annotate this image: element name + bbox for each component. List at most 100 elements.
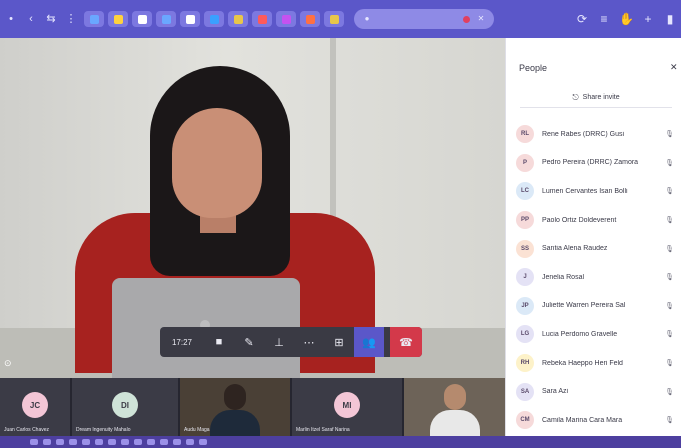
taskbar-app-icon[interactable] bbox=[160, 439, 168, 445]
taskbar-app-icon[interactable] bbox=[56, 439, 64, 445]
tab-favicon-icon bbox=[329, 14, 339, 24]
info-icon[interactable]: ⊙ bbox=[4, 358, 14, 368]
person-icon[interactable]: ▮ bbox=[663, 12, 677, 26]
menu-icon[interactable]: • bbox=[4, 12, 18, 26]
taskbar-app-icon[interactable] bbox=[30, 439, 38, 445]
tab-favicon-icon bbox=[233, 14, 243, 24]
mic-muted-icon: 🎙 bbox=[665, 360, 674, 368]
back-icon[interactable]: ‹ bbox=[24, 12, 38, 26]
avatar: CM bbox=[516, 411, 534, 430]
participant-body bbox=[210, 410, 260, 436]
mic-muted-icon: 🎙 bbox=[665, 217, 674, 225]
avatar: MI bbox=[334, 392, 360, 418]
close-icon[interactable]: ✕ bbox=[670, 62, 678, 73]
taskbar-app-icon[interactable] bbox=[199, 439, 207, 445]
participant-head bbox=[443, 384, 466, 410]
tab-favicon-icon bbox=[185, 14, 195, 24]
tab-1[interactable] bbox=[84, 11, 104, 27]
avatar: LG bbox=[516, 325, 534, 344]
tab-11[interactable] bbox=[324, 11, 344, 27]
taskbar-app-icon[interactable] bbox=[43, 439, 51, 445]
extensions-icon[interactable]: ⟳ bbox=[575, 12, 589, 26]
participant-row[interactable]: P Pedro Pereira (DRRC) Zamora 🎙 bbox=[516, 149, 680, 178]
taskbar-app-icon[interactable] bbox=[121, 439, 129, 445]
participant-name: Pedro Pereira (DRRC) Zamora bbox=[542, 159, 639, 167]
taskbar bbox=[0, 436, 681, 448]
avatar: SS bbox=[516, 239, 534, 258]
avatar: PP bbox=[516, 211, 534, 230]
participant-row[interactable]: RH Rebeka Haeppo Heri Feld 🎙 bbox=[516, 349, 680, 378]
participant-row[interactable]: PP Paolo Ortiz Doldeverent 🎙 bbox=[516, 206, 680, 235]
close-tab-icon[interactable]: ✕ bbox=[474, 12, 488, 26]
address-bar[interactable]: ● ✕ bbox=[354, 9, 494, 29]
tab-favicon-icon bbox=[281, 14, 291, 24]
teams-meeting-window: • ‹ ⇆ ⋮ ● ✕ ⟳ ≡ ✋ + ▮ ⊙ 17:27 ■ ✎ ⊥ ⋯ ⊞ … bbox=[0, 0, 681, 448]
tab-4[interactable] bbox=[156, 11, 176, 27]
participant-tile[interactable] bbox=[404, 378, 505, 436]
participant-row[interactable]: LG Lucia Perdomo Gravelle 🎙 bbox=[516, 320, 680, 349]
participant-row[interactable]: JP Juliette Warren Pereira Sal 🎙 bbox=[516, 292, 680, 321]
mic-muted-icon: 🎙 bbox=[665, 159, 674, 167]
avatar: DI bbox=[112, 392, 138, 418]
tab-5[interactable] bbox=[180, 11, 200, 27]
call-controls: 17:27 ■ ✎ ⊥ ⋯ ⊞ 👥 ☎ bbox=[160, 327, 422, 357]
lines-icon[interactable]: ≡ bbox=[597, 12, 611, 26]
participant-name: Marlin Itzel Saraf Narina bbox=[296, 427, 350, 433]
participant-row[interactable]: RL Rene Rabes (DRRC) Gusi 🎙 bbox=[516, 120, 680, 149]
taskbar-app-icon[interactable] bbox=[82, 439, 90, 445]
taskbar-app-icon[interactable] bbox=[134, 439, 142, 445]
mic-muted-icon: 🎙 bbox=[665, 302, 674, 310]
taskbar-app-icon[interactable] bbox=[95, 439, 103, 445]
avatar: JC bbox=[22, 392, 48, 418]
avatar: SA bbox=[516, 382, 534, 401]
rooms-icon[interactable]: ⊞ bbox=[324, 327, 354, 357]
mic-icon[interactable]: ✎ bbox=[234, 327, 264, 357]
tab-7[interactable] bbox=[228, 11, 248, 27]
participant-name: Camila Marina Cara Mara bbox=[542, 416, 623, 424]
avatar: LC bbox=[516, 182, 534, 201]
participant-tile[interactable]: DI Dream Ingenuity Mahalo bbox=[72, 378, 178, 436]
tab-favicon-icon bbox=[161, 14, 171, 24]
taskbar-app-icon[interactable] bbox=[108, 439, 116, 445]
participants-icon[interactable]: 👥 bbox=[354, 327, 384, 357]
tab-switcher-icon[interactable]: ⇆ bbox=[44, 12, 58, 26]
participant-name: Dream Ingenuity Mahalo bbox=[76, 427, 131, 433]
participant-tile[interactable]: JC Juan Carlos Chavez bbox=[0, 378, 70, 436]
tab-8[interactable] bbox=[252, 11, 272, 27]
browser-toolbar: • ‹ ⇆ ⋮ ● ✕ ⟳ ≡ ✋ + ▮ bbox=[0, 0, 681, 38]
participant-tile[interactable]: Audu Maga bbox=[180, 378, 290, 436]
share-screen-icon[interactable]: ⊥ bbox=[264, 327, 294, 357]
taskbar-app-icon[interactable] bbox=[186, 439, 194, 445]
tab-favicon-icon bbox=[257, 14, 267, 24]
participant-row[interactable]: SA Sara Azi 🎙 bbox=[516, 377, 680, 406]
share-icon: ⎋ bbox=[572, 92, 579, 102]
mic-muted-icon: 🎙 bbox=[665, 188, 674, 196]
share-invite-button[interactable]: ⎋ Share invite bbox=[520, 88, 672, 108]
tab-6[interactable] bbox=[204, 11, 224, 27]
taskbar-app-icon[interactable] bbox=[147, 439, 155, 445]
tab-9[interactable] bbox=[276, 11, 296, 27]
mic-muted-icon: 🎙 bbox=[665, 274, 674, 282]
participant-name: Lumen Cervantes Isan Bolli bbox=[542, 187, 628, 195]
tab-10[interactable] bbox=[300, 11, 320, 27]
participant-row[interactable]: LC Lumen Cervantes Isan Bolli 🎙 bbox=[516, 177, 680, 206]
recording-icon bbox=[463, 15, 470, 23]
participant-row[interactable]: J Jenelia Rosal 🎙 bbox=[516, 263, 680, 292]
hang-up-button[interactable]: ☎ bbox=[390, 327, 422, 357]
taskbar-app-icon[interactable] bbox=[69, 439, 77, 445]
tab-2[interactable] bbox=[108, 11, 128, 27]
avatar: RH bbox=[516, 354, 534, 373]
participant-row[interactable]: SS Santia Alena Raudez 🎙 bbox=[516, 234, 680, 263]
participant-name: Juan Carlos Chavez bbox=[4, 427, 50, 433]
camera-icon[interactable]: ■ bbox=[204, 327, 234, 357]
grid-icon[interactable]: ⋮ bbox=[64, 12, 78, 26]
mic-muted-icon: 🎙 bbox=[665, 331, 674, 339]
more-icon[interactable]: ⋯ bbox=[294, 327, 324, 357]
hand-icon[interactable]: ✋ bbox=[619, 12, 634, 26]
tab-3[interactable] bbox=[132, 11, 152, 27]
add-icon[interactable]: + bbox=[641, 12, 655, 26]
participant-row[interactable]: CM Camila Marina Cara Mara 🎙 bbox=[516, 406, 680, 435]
participant-tile[interactable]: MI Marlin Itzel Saraf Narina bbox=[292, 378, 402, 436]
participant-strip: JC Juan Carlos Chavez DI Dream Ingenuity Ma… bbox=[0, 378, 505, 436]
taskbar-app-icon[interactable] bbox=[173, 439, 181, 445]
